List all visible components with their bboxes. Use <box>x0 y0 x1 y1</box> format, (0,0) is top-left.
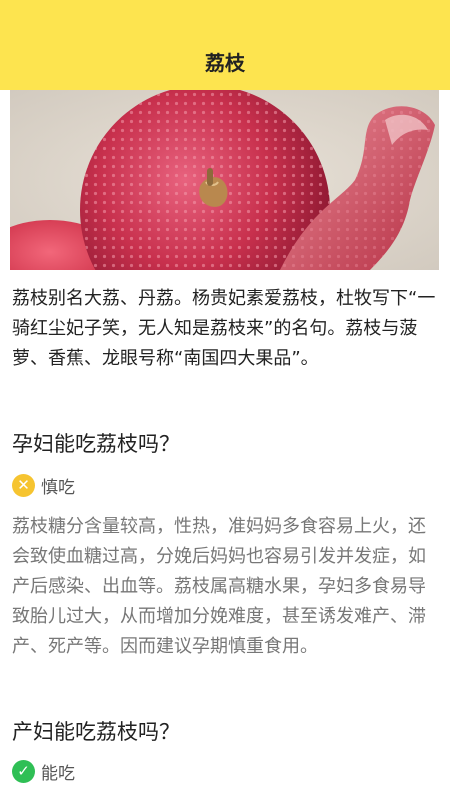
lychee-hero-image <box>10 90 439 270</box>
intro-paragraph: 荔枝别名大荔、丹荔。杨贵妃素爱荔枝，杜牧写下“一骑红尘妃子笑，无人知是荔枝来”的… <box>12 288 436 369</box>
lychee-photo <box>10 90 439 270</box>
app-header: 荔枝 <box>0 0 450 90</box>
section-title-pregnant: 孕妇能吃荔枝吗？ <box>12 432 180 456</box>
verdict-label: 能吃 <box>41 763 75 784</box>
section-body-pregnant: 荔枝糖分含量较高，性热，准妈妈多食容易上火，还会致使血糖过高，分娩后妈妈也容易引… <box>12 516 426 657</box>
verdict-badge-postpartum: ✓ 能吃 <box>12 758 75 784</box>
warning-x-icon: ✕ <box>12 473 35 497</box>
section-title-postpartum: 产妇能吃荔枝吗？ <box>12 720 180 744</box>
check-icon: ✓ <box>12 759 35 783</box>
verdict-badge-pregnant: ✕ 慎吃 <box>12 472 75 498</box>
verdict-label: 慎吃 <box>41 477 75 498</box>
page-title: 荔枝 <box>205 51 245 75</box>
